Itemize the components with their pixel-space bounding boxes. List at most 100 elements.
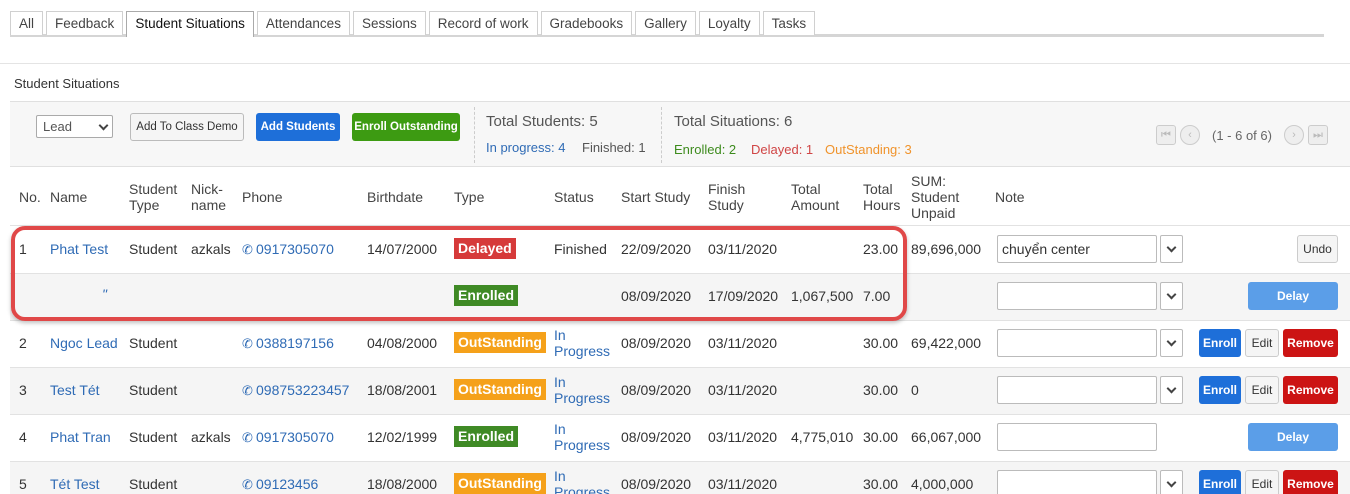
tab-gallery[interactable]: Gallery xyxy=(635,11,696,35)
separator xyxy=(474,107,475,163)
lead-select[interactable]: Lead xyxy=(36,115,113,138)
delay-button[interactable]: Delay xyxy=(1248,423,1338,451)
edit-button[interactable]: Edit xyxy=(1245,470,1279,494)
note-input[interactable] xyxy=(997,423,1157,451)
total-hours: 30.00 xyxy=(863,429,899,445)
tab-attendances[interactable]: Attendances xyxy=(256,11,350,35)
note-input[interactable] xyxy=(997,329,1157,357)
remove-button[interactable]: Remove xyxy=(1283,470,1338,494)
note-input[interactable] xyxy=(997,282,1157,310)
first-page-icon[interactable]: ⏮ xyxy=(1156,125,1176,145)
edit-button[interactable]: Edit xyxy=(1245,329,1279,357)
total-students: Total Students: 5 xyxy=(486,113,598,130)
col-note: Note xyxy=(995,189,1025,205)
student-name-link[interactable]: Phat Test xyxy=(50,241,108,258)
type-badge: OutStanding xyxy=(454,379,546,400)
row-no: 2 xyxy=(19,335,27,351)
student-name-link[interactable]: Ngoc Lead xyxy=(50,335,118,352)
col-status: Status xyxy=(554,189,594,205)
status-text: In Progress xyxy=(554,421,611,453)
unpaid-amount: 4,000,000 xyxy=(911,476,974,492)
tab-student-situations[interactable]: Student Situations xyxy=(126,11,254,37)
note-dropdown[interactable] xyxy=(1160,282,1183,310)
note-dropdown[interactable] xyxy=(1160,470,1183,494)
note-input[interactable]: chuyển center xyxy=(997,235,1157,263)
start-study: 08/09/2020 xyxy=(621,476,692,492)
student-name-link[interactable]: Phat Tran xyxy=(50,429,111,446)
student-type: Student xyxy=(129,335,178,351)
tab-record-of-work[interactable]: Record of work xyxy=(428,11,538,35)
edit-button[interactable]: Edit xyxy=(1245,376,1279,404)
enroll-outstanding-button[interactable]: Enroll Outstanding xyxy=(352,113,460,141)
student-name-link[interactable]: Tét Test xyxy=(50,476,100,493)
remove-button[interactable]: Remove xyxy=(1283,376,1338,404)
phone-link[interactable]: ✆ 0917305070 xyxy=(242,429,334,446)
tab-sessions[interactable]: Sessions xyxy=(352,11,426,35)
col-nickname: Nick-name xyxy=(191,181,227,213)
col-name: Name xyxy=(50,189,88,205)
chevron-down-icon xyxy=(98,120,109,131)
note-input[interactable] xyxy=(997,376,1157,404)
remove-button[interactable]: Remove xyxy=(1283,329,1338,357)
chevron-down-icon xyxy=(1166,336,1177,347)
total-situations: Total Situations: 6 xyxy=(674,113,793,130)
tab-feedback[interactable]: Feedback xyxy=(46,11,124,35)
birthdate: 14/07/2000 xyxy=(367,241,438,257)
tab-bar: All Feedback Student Situations Attendan… xyxy=(10,11,1324,37)
col-finish-study: Finish Study xyxy=(708,181,746,213)
finished-count: Finished: 1 xyxy=(582,140,646,155)
total-amount: 1,067,500 xyxy=(791,288,854,304)
student-name-link[interactable]: Test Tét xyxy=(50,382,100,399)
enroll-button[interactable]: Enroll xyxy=(1199,470,1241,494)
status-text: In Progress xyxy=(554,327,611,359)
note-dropdown[interactable] xyxy=(1160,235,1183,263)
enrolled-count: Enrolled: 2 xyxy=(674,142,737,157)
note-input[interactable] xyxy=(997,470,1157,494)
unpaid-amount: 66,067,000 xyxy=(911,429,982,445)
phone-icon: ✆ xyxy=(242,383,253,398)
tab-gradebooks[interactable]: Gradebooks xyxy=(540,11,633,35)
note-dropdown[interactable] xyxy=(1160,329,1183,357)
total-hours: 23.00 xyxy=(863,241,899,257)
birthdate: 04/08/2000 xyxy=(367,335,438,351)
status-text: In Progress xyxy=(554,468,611,494)
unpaid-amount: 89,696,000 xyxy=(911,241,982,257)
delay-button[interactable]: Delay xyxy=(1248,282,1338,310)
last-page-icon[interactable]: ⏭ xyxy=(1307,125,1328,145)
enroll-button[interactable]: Enroll xyxy=(1199,329,1241,357)
col-sum-unpaid: SUM: Student Unpaid xyxy=(911,173,960,221)
phone-link[interactable]: ✆ 098753223457 xyxy=(242,382,349,399)
phone-link[interactable]: ✆ 0917305070 xyxy=(242,241,334,258)
chevron-down-icon xyxy=(1166,242,1177,253)
tab-tasks[interactable]: Tasks xyxy=(762,11,816,35)
add-to-class-demo-button[interactable]: Add To Class Demo xyxy=(130,113,244,141)
toolbar: Lead Add To Class Demo Add Students Enro… xyxy=(10,101,1350,167)
next-page-icon[interactable]: › xyxy=(1283,125,1304,145)
row-no: 5 xyxy=(19,476,27,492)
type-badge: Delayed xyxy=(454,238,516,259)
phone-link[interactable]: ✆ 09123456 xyxy=(242,476,318,493)
tab-loyalty[interactable]: Loyalty xyxy=(698,11,760,35)
col-total-hours: Total Hours xyxy=(863,181,901,213)
enroll-button[interactable]: Enroll xyxy=(1199,376,1241,404)
status-text: Finished xyxy=(554,241,607,257)
student-type: Student xyxy=(129,429,178,445)
in-progress-count: In progress: 4 xyxy=(486,140,566,155)
col-no: No. xyxy=(19,189,41,205)
finish-study: 03/11/2020 xyxy=(708,429,778,445)
ditto-mark: " xyxy=(102,286,107,302)
chevron-down-icon xyxy=(1166,477,1177,488)
section-title: Student Situations xyxy=(14,76,120,91)
start-study: 08/09/2020 xyxy=(621,429,692,445)
undo-button[interactable]: Undo xyxy=(1297,235,1338,263)
prev-page-icon[interactable]: ‹ xyxy=(1180,125,1200,145)
phone-icon: ✆ xyxy=(242,430,253,445)
total-hours: 30.00 xyxy=(863,476,899,492)
note-dropdown[interactable] xyxy=(1160,376,1183,404)
col-type: Type xyxy=(454,189,485,205)
tab-all[interactable]: All xyxy=(10,11,44,35)
add-students-button[interactable]: Add Students xyxy=(256,113,340,141)
type-badge: Enrolled xyxy=(454,426,519,447)
phone-link[interactable]: ✆ 0388197156 xyxy=(242,335,334,352)
status-text: In Progress xyxy=(554,374,611,406)
